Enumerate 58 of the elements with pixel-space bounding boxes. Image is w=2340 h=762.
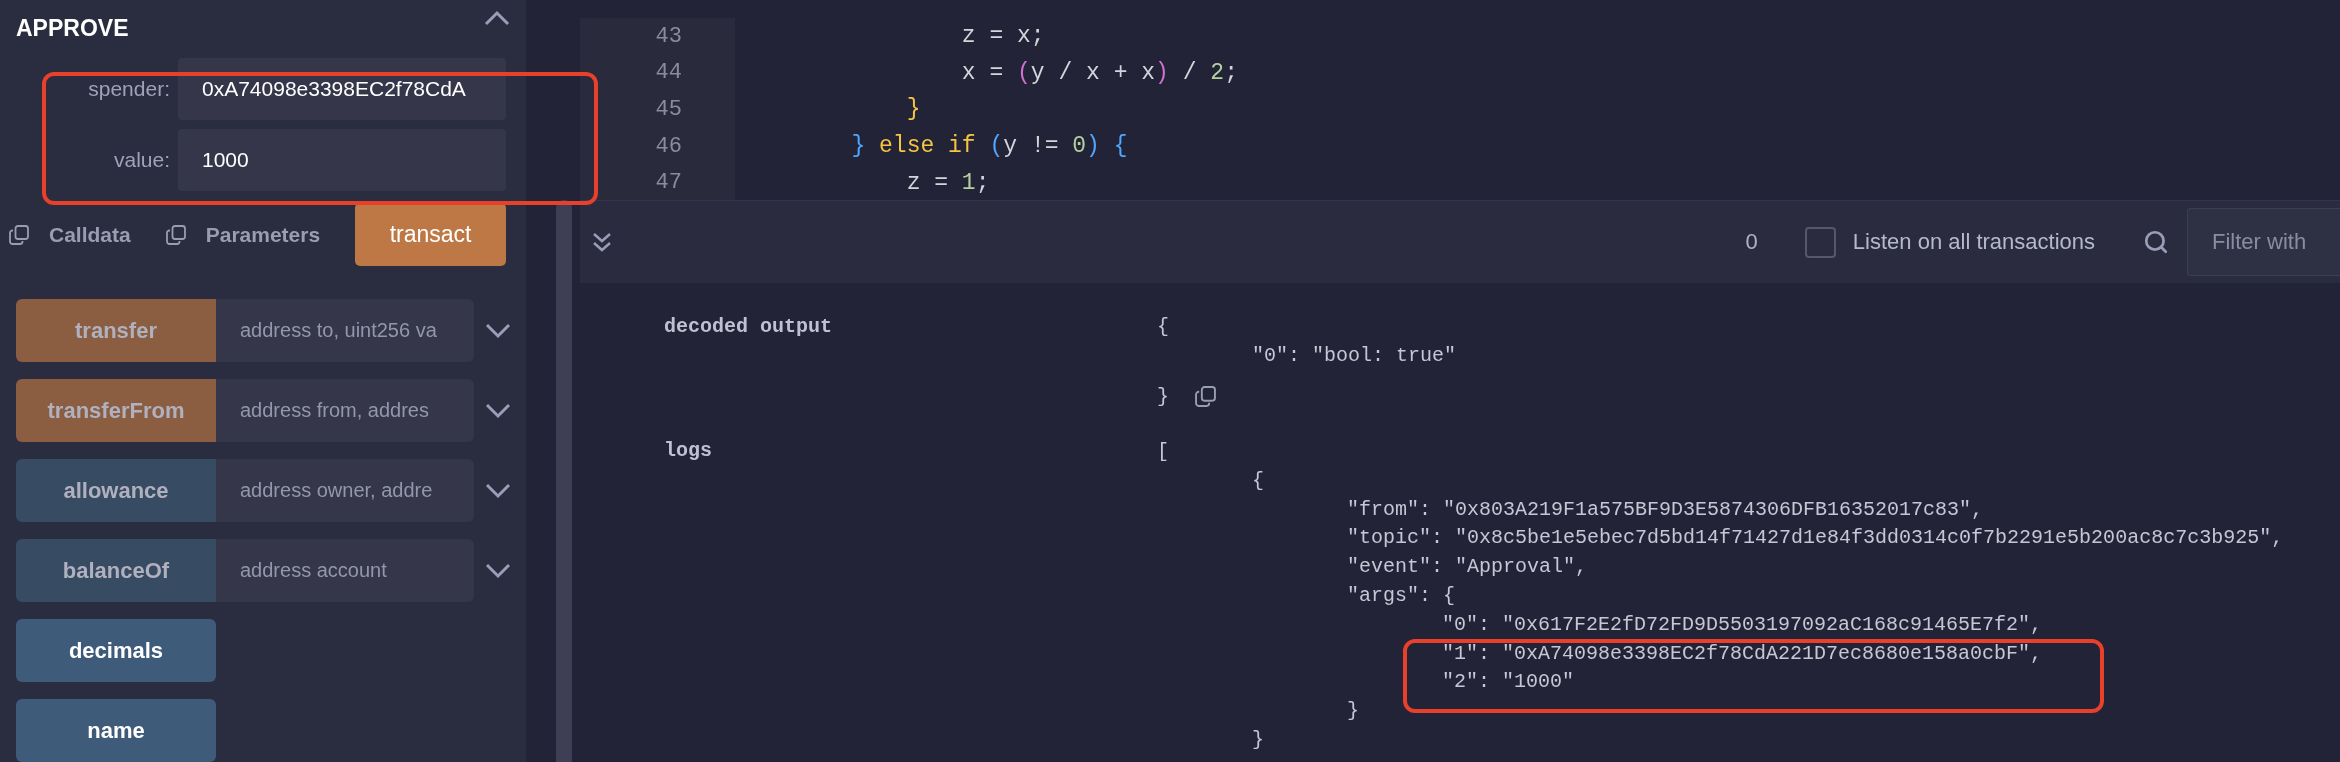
copy-icon[interactable] xyxy=(1195,386,1216,408)
input-field[interactable]: address from, addres xyxy=(216,379,474,442)
output-line: "1": "0xA74098e3398EC2f78CdA221D7ec8680e158a0cbF", xyxy=(1442,641,2043,665)
output-line: "args": { xyxy=(1347,583,1456,607)
output-line: "2": "1000" xyxy=(1442,670,1575,694)
code-line: } xyxy=(905,96,921,123)
line-number: 45 xyxy=(580,91,735,128)
chevron-icon[interactable] xyxy=(485,322,511,339)
function-button[interactable]: balanceOf xyxy=(16,539,216,602)
line-number: 43 xyxy=(580,18,735,55)
search-icon[interactable] xyxy=(2143,229,2169,255)
chevron-icon[interactable] xyxy=(485,402,511,419)
function-button[interactable]: name xyxy=(16,699,216,762)
line-number: 47 xyxy=(580,164,735,200)
input-field[interactable]: address to, uint256 va xyxy=(216,299,474,362)
function-button[interactable]: allowance xyxy=(16,459,216,522)
output-key: logs xyxy=(664,437,712,466)
output-line: "0": "0x617F2E2fD72FD9D5503197092aC168c91465E7f2", xyxy=(1442,612,2043,636)
field-label: spender: xyxy=(87,77,170,101)
copy-link[interactable]: Calldata xyxy=(49,222,131,247)
input-field[interactable]: 1000 xyxy=(178,129,506,191)
function-button[interactable]: decimals xyxy=(16,619,216,682)
input-field[interactable]: 0xA74098e3398EC2f78CdA xyxy=(178,58,506,120)
function-button[interactable]: transferFrom xyxy=(16,379,216,442)
output-line: } xyxy=(1252,727,1264,751)
output-line: { xyxy=(1157,315,1169,339)
output-line: "0": "bool: true" xyxy=(1252,344,1457,368)
field-label: value: xyxy=(112,148,170,172)
output-line: } xyxy=(1347,699,1359,723)
chevron-icon[interactable] xyxy=(485,482,511,499)
line-number: 44 xyxy=(580,54,735,92)
output-line: [ xyxy=(1157,440,1169,463)
copy-icon[interactable] xyxy=(165,224,186,245)
code-line: x = (y / x + x) / 2; xyxy=(960,59,1238,86)
checkbox-label: Listen on all transactions xyxy=(1852,229,2095,255)
output-line: } xyxy=(1157,385,1169,409)
code-line: z = 1; xyxy=(905,169,990,196)
transact-button[interactable]: transact xyxy=(355,203,506,266)
code-line: } else if (y != 0) { xyxy=(850,133,1128,160)
output-line: "event": "Approval", xyxy=(1347,555,1588,579)
output-line: "from": "0x803A219F1a575BF9D3E5874306DFB16352017c83", xyxy=(1347,497,1984,521)
line-number: 46 xyxy=(580,127,735,165)
copy-link[interactable]: Parameters xyxy=(205,222,321,247)
input-field[interactable]: address account xyxy=(216,539,474,602)
chevron-icon[interactable] xyxy=(484,10,510,26)
chevron-icon[interactable] xyxy=(485,562,511,579)
output-key: decoded output xyxy=(664,312,833,342)
section-title: APPROVE xyxy=(16,14,129,42)
function-button[interactable]: transfer xyxy=(16,299,216,362)
checkbox[interactable] xyxy=(1804,226,1836,258)
output-line: { xyxy=(1252,468,1264,492)
collapse-icon[interactable] xyxy=(592,231,612,253)
transaction-count: 0 xyxy=(1745,229,1758,255)
output-line: "topic": "0x8c5be1e5ebec7d5bd14f71427d1e84f3dd0314c0f7b2291e5b200ac8c7c3b925", xyxy=(1347,526,2284,550)
code-line: z = x; xyxy=(960,23,1045,50)
copy-icon[interactable] xyxy=(9,224,29,245)
filter-field[interactable]: Filter with xyxy=(2187,208,2340,276)
input-field[interactable]: address owner, addre xyxy=(216,459,474,522)
